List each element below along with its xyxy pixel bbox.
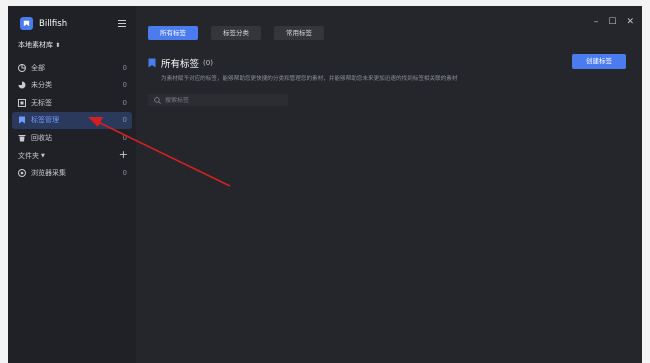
caret-down-icon: ▼ [41, 153, 45, 159]
item-count: 0 [122, 63, 127, 72]
sidebar-item-all[interactable]: 全部 0 [12, 59, 132, 76]
main-panel: 所有标签 标签分类 常用标签 – ☐ ✕ 所有标签 (0) 为素材赋予对应的标签… [136, 6, 642, 363]
grid-icon [18, 63, 26, 72]
app-window: Billfish 本地素材库 ⬍ 全部 0 未分类 0 无标签 0 标签管理 0… [8, 6, 642, 363]
sidebar-item-untagged[interactable]: 无标签 0 [12, 94, 132, 111]
billfish-logo-icon [20, 17, 33, 30]
tab-tag-categories[interactable]: 标签分类 [211, 26, 261, 40]
sidebar-item-label: 全部 [31, 63, 45, 72]
folder-item-label: 浏览器采集 [31, 168, 66, 177]
create-tag-button[interactable]: 创建标签 [572, 54, 626, 69]
folders-header[interactable]: 文件夹 ▼ + [18, 148, 130, 161]
sidebar-item-tag-management[interactable]: 标签管理 0 [12, 111, 132, 129]
search-input[interactable] [161, 96, 275, 104]
page-description: 为素材赋予对应的标签，能够帮助您更快捷的分类和管理您的素材，并能够帮助您未来更加… [161, 76, 458, 82]
page-title: 所有标签 [161, 59, 200, 70]
close-icon[interactable]: ✕ [626, 17, 634, 27]
search-box [148, 94, 288, 106]
page-heading: 所有标签 (0) [148, 56, 213, 70]
minimize-icon[interactable]: – [594, 17, 599, 27]
browser-icon [18, 168, 26, 177]
tab-common-tags[interactable]: 常用标签 [274, 26, 324, 40]
brand: Billfish [20, 17, 67, 30]
sidebar-nav: 全部 0 未分类 0 无标签 0 标签管理 0 回收站 0 [12, 59, 132, 147]
folders-label: 文件夹 [18, 152, 39, 160]
library-label: 本地素材库 [18, 41, 53, 49]
tab-bar: 所有标签 标签分类 常用标签 [148, 26, 324, 40]
sidebar-item-label: 无标签 [31, 98, 52, 107]
sidebar-item-label: 回收站 [31, 133, 52, 142]
desktop-right-edge [642, 0, 650, 363]
search-icon [154, 96, 161, 104]
sidebar-item-uncategorized[interactable]: 未分类 0 [12, 77, 132, 94]
item-count: 0 [122, 81, 127, 89]
swap-arrows-icon: ⬍ [55, 42, 61, 49]
hamburger-menu-icon[interactable] [118, 20, 126, 29]
add-folder-icon[interactable]: + [119, 148, 128, 161]
title-count: (0) [203, 59, 213, 67]
desktop-left-edge [0, 0, 8, 363]
maximize-icon[interactable]: ☐ [608, 17, 616, 27]
item-count: 0 [122, 133, 127, 142]
tag-manage-icon [18, 116, 26, 124]
library-switcher[interactable]: 本地素材库 ⬍ [18, 40, 60, 50]
tab-all-tags[interactable]: 所有标签 [148, 26, 198, 40]
tag-title-icon [148, 58, 156, 68]
folder-item-browser-collection[interactable]: 浏览器采集 0 [12, 164, 132, 181]
item-count: 0 [122, 116, 127, 124]
pie-icon [18, 81, 26, 89]
sidebar: Billfish 本地素材库 ⬍ 全部 0 未分类 0 无标签 0 标签管理 0… [8, 6, 136, 363]
item-count: 0 [122, 98, 127, 107]
sidebar-item-label: 未分类 [31, 81, 52, 89]
item-count: 0 [122, 168, 127, 177]
folders-list: 浏览器采集 0 [12, 164, 132, 182]
trash-icon [18, 134, 26, 142]
app-name: Billfish [39, 18, 68, 29]
sidebar-item-trash[interactable]: 回收站 0 [12, 129, 132, 146]
sidebar-item-label: 标签管理 [31, 116, 59, 124]
tag-off-icon [18, 98, 26, 107]
window-controls: – ☐ ✕ [594, 17, 634, 27]
